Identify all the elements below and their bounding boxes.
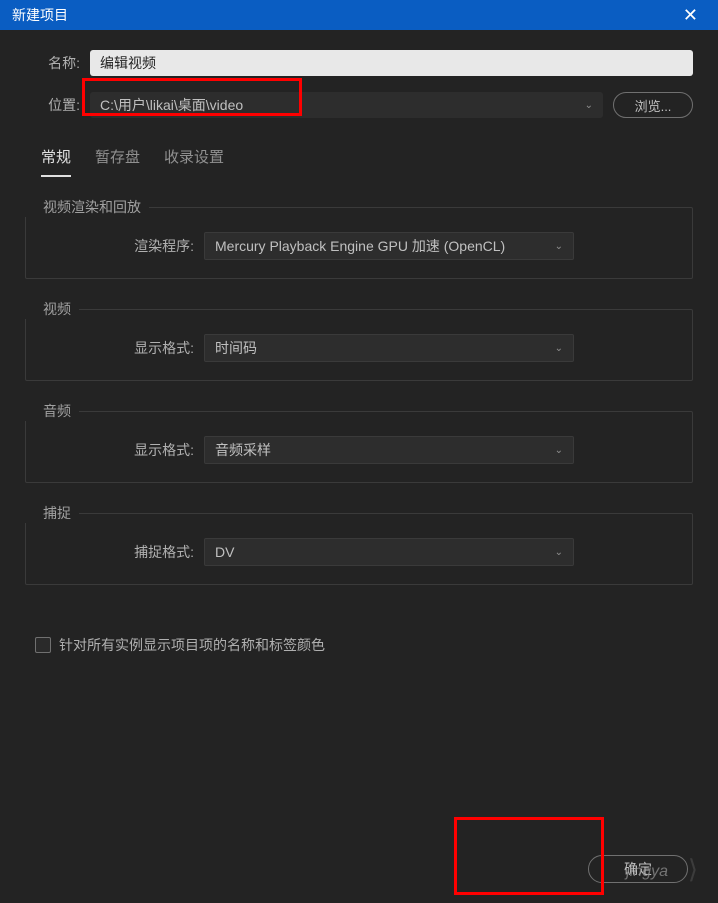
chevron-down-icon: ⌄ <box>555 547 563 558</box>
capture-format-dropdown[interactable]: DV ⌄ <box>204 538 574 566</box>
capture-format-value: DV <box>215 544 234 560</box>
section-video: 视频 显示格式: 时间码 ⌄ <box>25 299 693 381</box>
highlight-confirm-button <box>454 817 604 895</box>
audio-format-dropdown[interactable]: 音频采样 ⌄ <box>204 436 574 464</box>
video-format-label: 显示格式: <box>44 338 194 358</box>
location-label: 位置: <box>25 95 80 115</box>
watermark: jingya <box>626 863 668 881</box>
name-input[interactable] <box>90 50 693 76</box>
renderer-dropdown[interactable]: Mercury Playback Engine GPU 加速 (OpenCL) … <box>204 232 574 260</box>
checkbox-row: 针对所有实例显示项目项的名称和标签颜色 <box>35 635 693 655</box>
audio-format-label: 显示格式: <box>44 440 194 460</box>
section-capture: 捕捉 捕捉格式: DV ⌄ <box>25 503 693 585</box>
show-names-checkbox[interactable] <box>35 637 51 653</box>
section-video-render-title: 视频渲染和回放 <box>25 197 149 217</box>
chevron-down-icon: ⌄ <box>555 241 563 252</box>
dialog-content: 名称: 位置: C:\用户\likai\桌面\video ⌄ 浏览... 常规 … <box>0 30 718 903</box>
close-icon[interactable]: ✕ <box>675 1 706 30</box>
tab-ingest[interactable]: 收录设置 <box>164 142 224 177</box>
audio-format-value: 音频采样 <box>215 440 271 460</box>
titlebar: 新建项目 ✕ <box>0 0 718 30</box>
window-title: 新建项目 <box>12 5 68 25</box>
section-video-title: 视频 <box>25 299 79 319</box>
watermark-arc-icon: ⟩ <box>688 854 698 885</box>
location-dropdown[interactable]: C:\用户\likai\桌面\video ⌄ <box>90 92 603 118</box>
browse-button[interactable]: 浏览... <box>613 92 693 118</box>
tabs-container: 常规 暂存盘 收录设置 <box>41 142 693 177</box>
video-format-dropdown[interactable]: 时间码 ⌄ <box>204 334 574 362</box>
chevron-down-icon: ⌄ <box>555 445 563 456</box>
section-video-render: 视频渲染和回放 渲染程序: Mercury Playback Engine GP… <box>25 197 693 279</box>
tab-general[interactable]: 常规 <box>41 142 71 177</box>
tab-scratch[interactable]: 暂存盘 <box>95 142 140 177</box>
renderer-value: Mercury Playback Engine GPU 加速 (OpenCL) <box>215 236 505 256</box>
section-capture-title: 捕捉 <box>25 503 79 523</box>
capture-format-label: 捕捉格式: <box>44 542 194 562</box>
name-row: 名称: <box>25 50 693 76</box>
name-label: 名称: <box>25 53 80 73</box>
location-row: 位置: C:\用户\likai\桌面\video ⌄ 浏览... <box>25 92 693 118</box>
checkbox-label: 针对所有实例显示项目项的名称和标签颜色 <box>59 635 325 655</box>
chevron-down-icon: ⌄ <box>555 343 563 354</box>
section-audio: 音频 显示格式: 音频采样 ⌄ <box>25 401 693 483</box>
chevron-down-icon: ⌄ <box>585 100 593 111</box>
video-format-value: 时间码 <box>215 338 257 358</box>
location-value: C:\用户\likai\桌面\video <box>100 95 243 115</box>
renderer-label: 渲染程序: <box>44 236 194 256</box>
section-audio-title: 音频 <box>25 401 79 421</box>
